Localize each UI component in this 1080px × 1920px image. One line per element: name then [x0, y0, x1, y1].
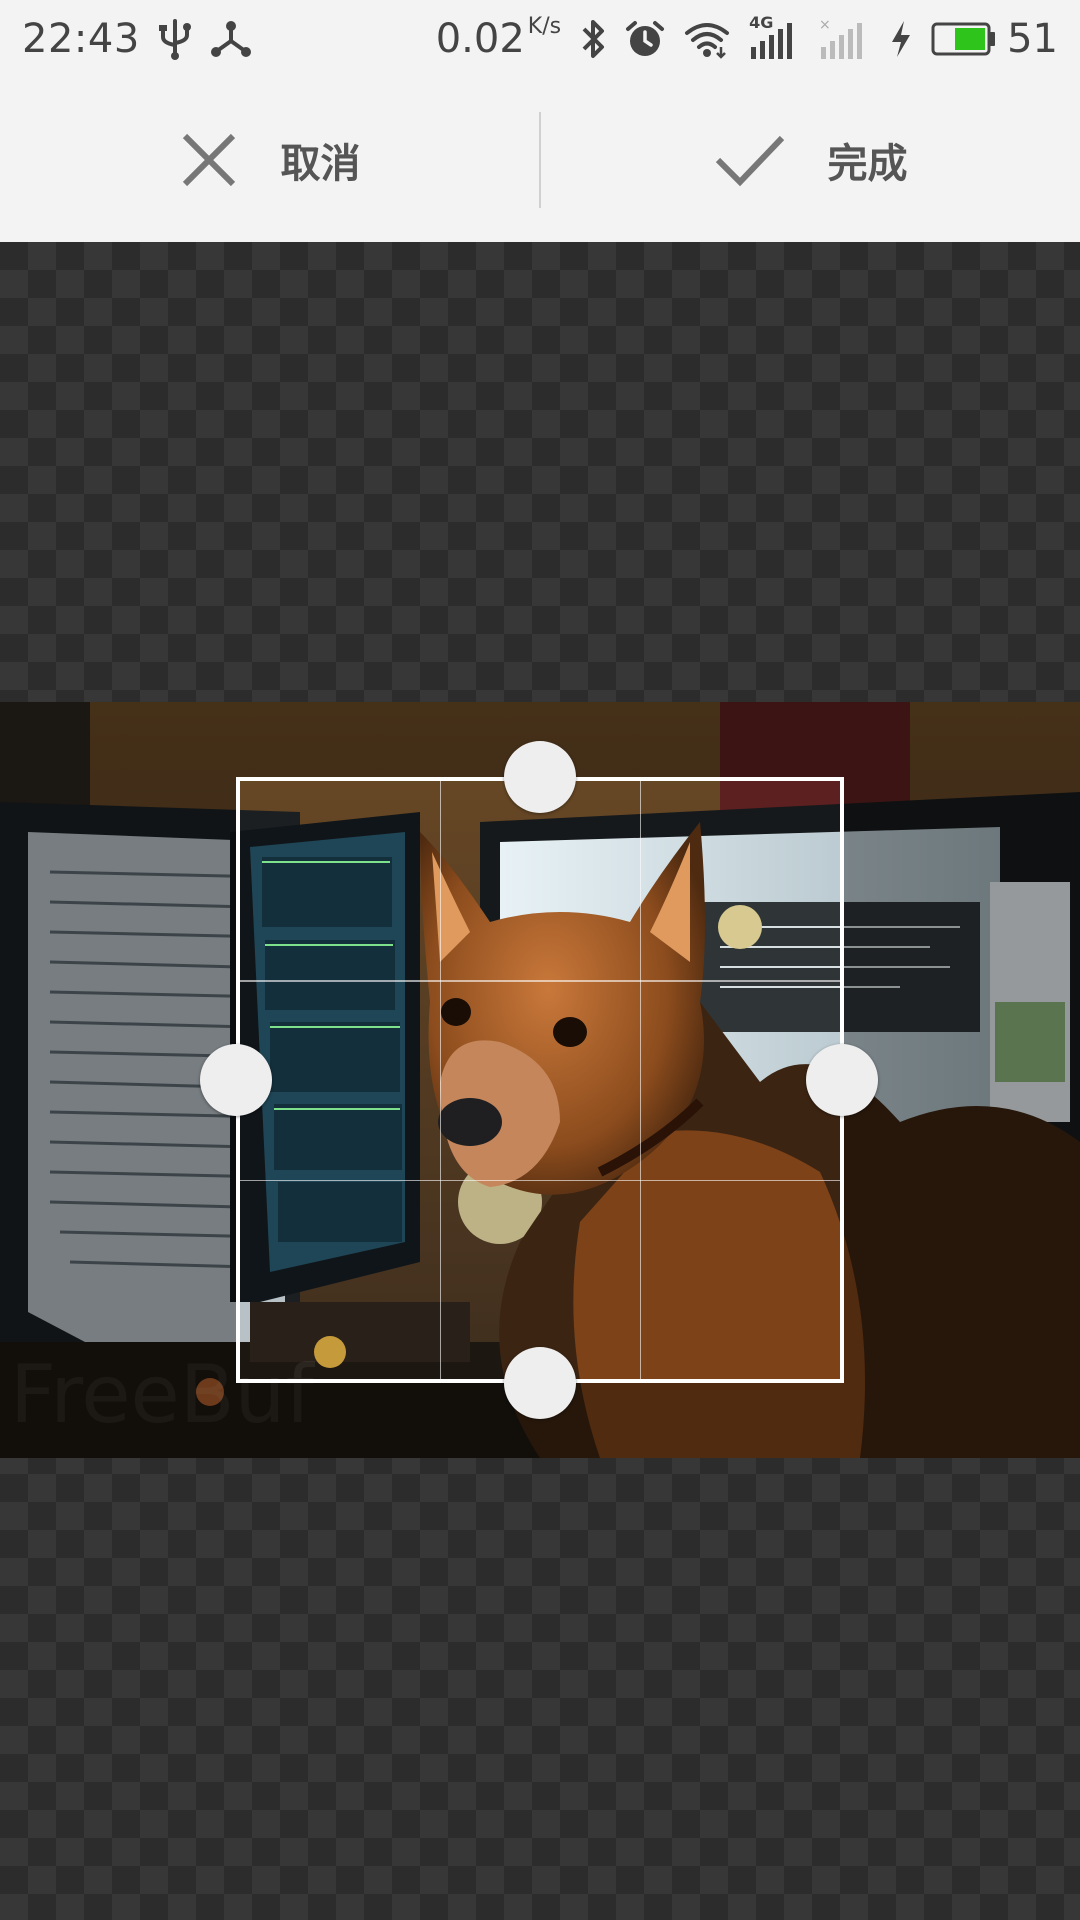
close-icon — [182, 133, 235, 187]
cancel-button[interactable]: 取消 — [0, 78, 539, 242]
crop-handle-left[interactable] — [200, 1044, 272, 1116]
status-left: 22:43 — [22, 16, 252, 62]
network-speed: 0.02 K/s — [435, 14, 562, 62]
battery-level: 51 — [1007, 16, 1058, 62]
crop-handle-bottom[interactable] — [504, 1347, 576, 1419]
crop-grid-line — [439, 781, 442, 1379]
crop-handle-top[interactable] — [504, 741, 576, 813]
signal-icon: 4G — [749, 13, 801, 61]
crop-grid-line — [639, 781, 642, 1379]
alarm-icon — [626, 21, 665, 56]
battery-icon — [931, 22, 996, 56]
status-bar: 22:43 0.02 K/s 4G × 51 — [0, 0, 1080, 78]
usb-icon — [158, 19, 191, 60]
cancel-label: 取消 — [280, 141, 361, 187]
crop-grid-line — [240, 1179, 840, 1182]
network-speed-unit: K/s — [527, 14, 562, 39]
signal-empty-icon: × — [819, 17, 863, 59]
done-button[interactable]: 完成 — [541, 78, 1080, 242]
svg-text:×: × — [819, 17, 831, 33]
bluetooth-icon — [582, 20, 605, 58]
network-speed-value: 0.02 — [435, 16, 525, 62]
status-right: 0.02 K/s 4G × 51 — [418, 13, 1058, 62]
wifi-icon — [685, 23, 730, 59]
done-label: 完成 — [827, 141, 908, 187]
crop-handle-right[interactable] — [806, 1044, 878, 1116]
share-icon — [210, 21, 251, 57]
crop-editor-canvas[interactable]: FreeBuf — [0, 242, 1080, 1920]
check-icon — [715, 135, 784, 187]
status-time: 22:43 — [22, 16, 140, 62]
screen: 22:43 0.02 K/s 4G × 51 取消 完成 FreeBuf — [0, 0, 1080, 1920]
charging-icon — [892, 21, 911, 57]
action-bar: 取消 完成 — [0, 78, 1080, 242]
crop-frame[interactable] — [236, 777, 844, 1383]
crop-shade-right — [844, 702, 1080, 1458]
crop-grid-line — [240, 980, 840, 982]
